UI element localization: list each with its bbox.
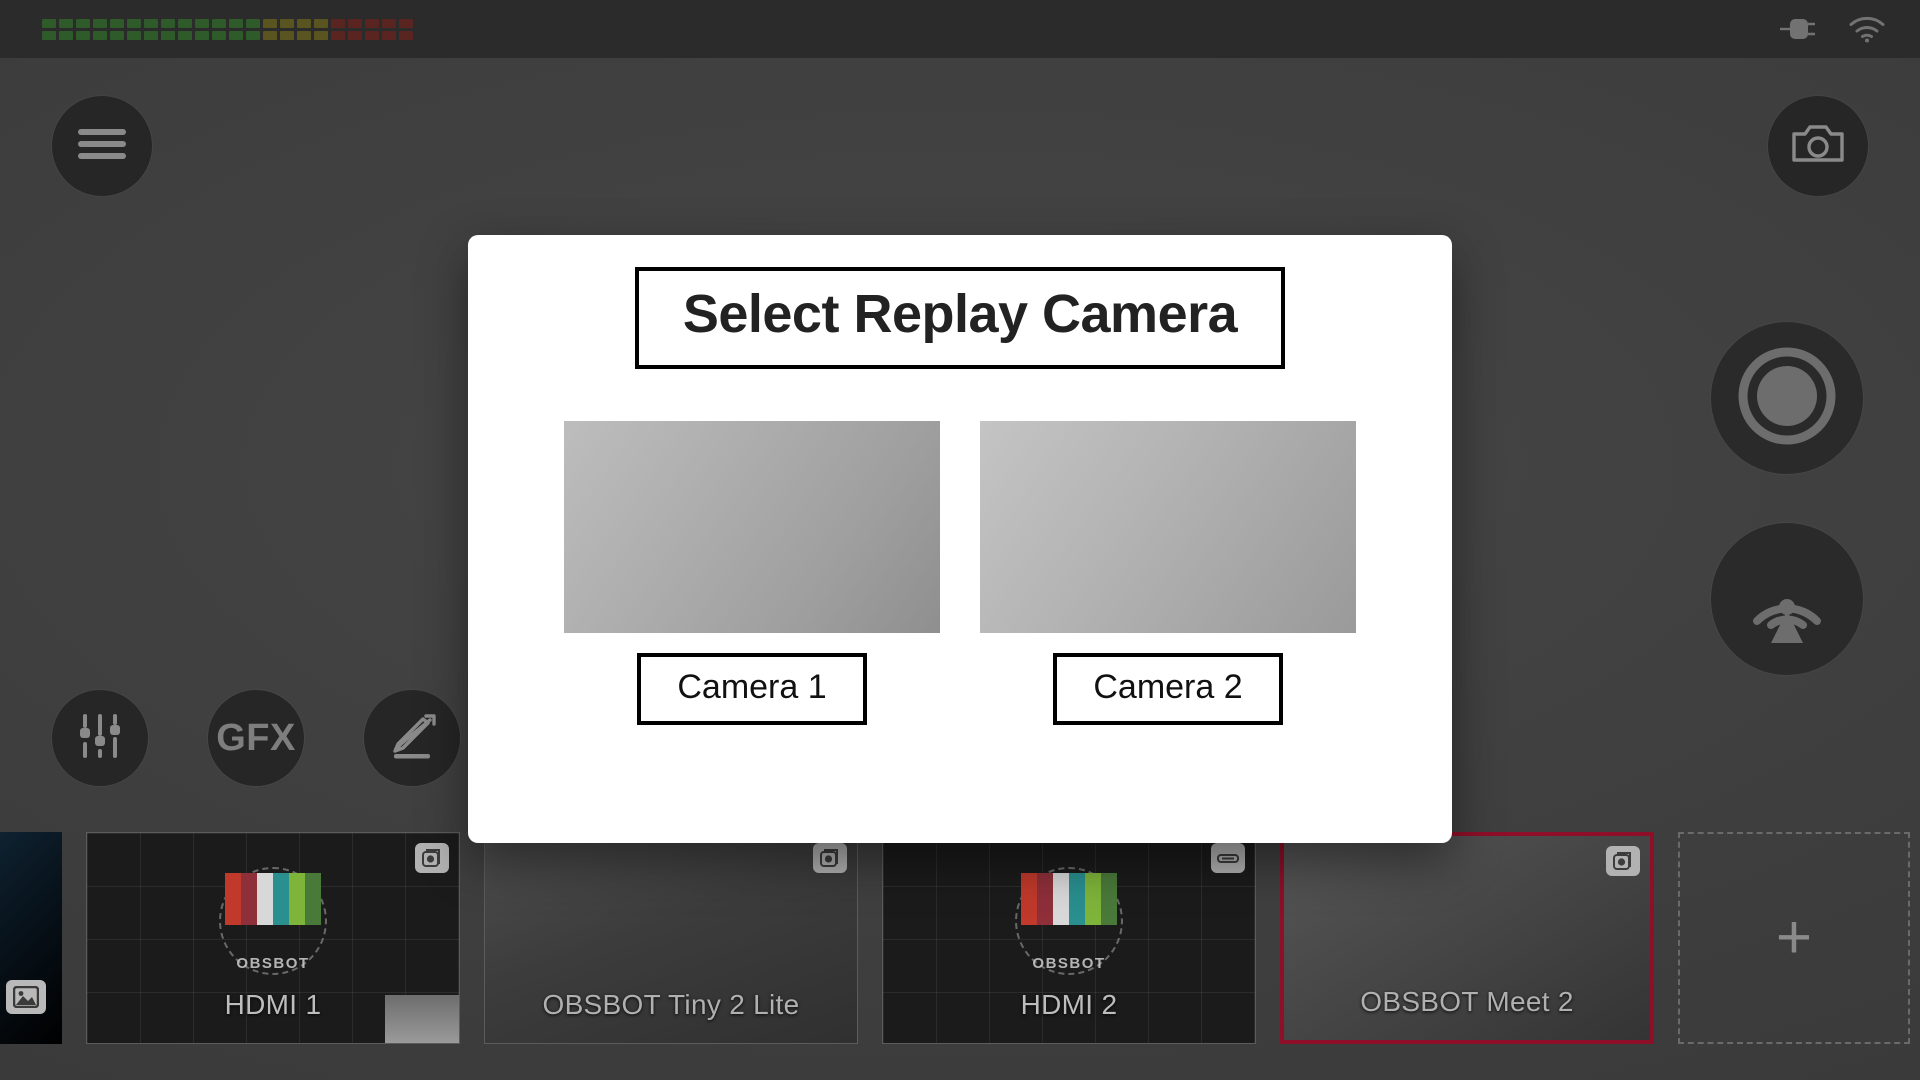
camera-options-row: Camera 1 Camera 2 [564, 420, 1356, 725]
camera-1-thumbnail[interactable] [564, 420, 940, 633]
camera-1-label: Camera 1 [677, 667, 827, 706]
camera-2-label-box[interactable]: Camera 2 [1053, 652, 1283, 725]
camera-2-label: Camera 2 [1093, 667, 1243, 706]
camera-option-2[interactable]: Camera 2 [980, 420, 1356, 725]
dialog-title: Select Replay Camera [682, 284, 1238, 344]
app-root: GFX OBSBOT HDMI 1 OBSBOT Tiny 2 Lite OBS… [0, 0, 1920, 1080]
select-replay-camera-dialog: Select Replay Camera Camera 1 Camera 2 [468, 235, 1452, 843]
camera-2-thumbnail[interactable] [980, 420, 1356, 633]
camera-1-label-box[interactable]: Camera 1 [637, 652, 867, 725]
dialog-title-box: Select Replay Camera [634, 267, 1286, 369]
camera-option-1[interactable]: Camera 1 [564, 420, 940, 725]
